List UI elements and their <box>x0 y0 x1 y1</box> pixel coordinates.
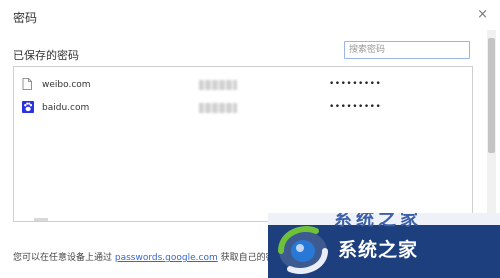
page-icon <box>22 78 32 93</box>
footer-note: 您可以在任意设备上通过 passwords.google.com 获取自己的密 <box>13 250 275 263</box>
username-blurred <box>199 103 237 113</box>
password-row-baidu[interactable]: baidu.com ••••••••• <box>14 98 472 120</box>
site-watermark: 系统之家 系统之家 <box>268 213 500 278</box>
search-passwords-input[interactable] <box>344 41 470 59</box>
password-mask: ••••••••• <box>329 102 382 112</box>
passwords-google-link[interactable]: passwords.google.com <box>115 253 218 263</box>
password-mask: ••••••••• <box>329 79 382 89</box>
saved-passwords-heading: 已保存的密码 <box>13 49 79 62</box>
password-row-weibo[interactable]: weibo.com ••••••••• <box>14 75 472 97</box>
watermark-logo-icon <box>274 221 332 278</box>
watermark-strip-text: 系统之家 <box>334 213 422 230</box>
site-name: baidu.com <box>42 103 90 113</box>
close-icon[interactable]: × <box>477 7 488 22</box>
watermark-text: 系统之家 <box>338 239 419 261</box>
partial-divider <box>34 218 48 221</box>
dialog-title: 密码 <box>13 11 38 25</box>
scrollbar-thumb[interactable] <box>488 38 495 153</box>
baidu-paw-icon <box>22 101 34 116</box>
footer-suffix: 获取自己的密 <box>220 253 275 263</box>
footer-text: 您可以在任意设备上通过 <box>13 253 113 263</box>
username-blurred <box>199 80 237 90</box>
site-name: weibo.com <box>42 80 91 90</box>
saved-passwords-list: weibo.com ••••••••• baidu.com ••••••••• <box>13 66 473 222</box>
